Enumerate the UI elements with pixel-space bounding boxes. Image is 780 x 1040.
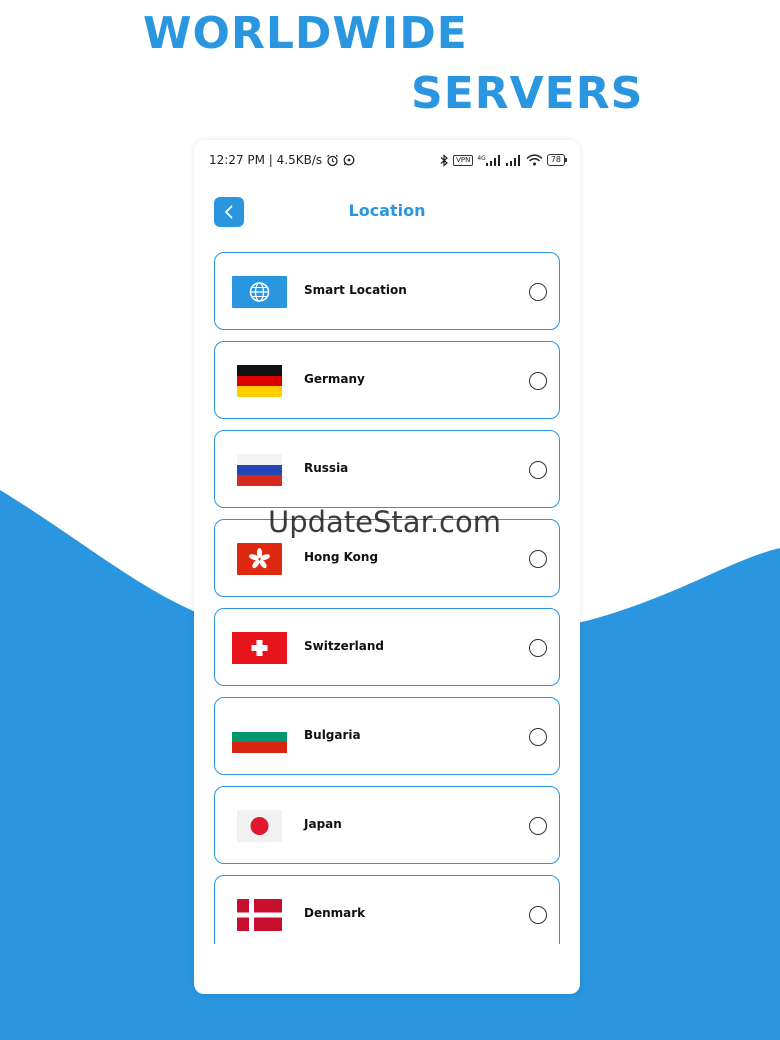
radio-button[interactable] bbox=[529, 906, 547, 924]
radio-button[interactable] bbox=[529, 639, 547, 657]
radio-button[interactable] bbox=[529, 283, 547, 301]
server-item-smart-location[interactable]: Smart Location bbox=[214, 252, 560, 330]
radio-button[interactable] bbox=[529, 372, 547, 390]
page-title: Location bbox=[348, 201, 426, 220]
server-item-russia[interactable]: Russia bbox=[214, 430, 560, 508]
watermark: UpdateStar.com bbox=[268, 505, 501, 539]
server-list-viewport[interactable]: Smart Location Germany Russia Hong Kong … bbox=[194, 252, 580, 944]
server-name: Germany bbox=[304, 372, 365, 386]
server-item-denmark[interactable]: Denmark bbox=[214, 875, 560, 944]
server-item-bulgaria[interactable]: Bulgaria bbox=[214, 697, 560, 775]
signal-4g-icon: 4G bbox=[477, 154, 501, 166]
server-item-switzerland[interactable]: Switzerland bbox=[214, 608, 560, 686]
bluetooth-icon bbox=[440, 153, 449, 167]
server-name: Denmark bbox=[304, 906, 366, 920]
bulgaria-flag bbox=[232, 721, 287, 753]
radio-button[interactable] bbox=[529, 550, 547, 568]
russia-flag bbox=[237, 454, 282, 486]
radio-button[interactable] bbox=[529, 461, 547, 479]
globe-icon bbox=[232, 276, 287, 308]
switzerland-flag bbox=[232, 632, 287, 664]
status-bar: 12:27 PM | 4.5KB/s VPN 4G 78 bbox=[209, 151, 568, 169]
vpn-indicator: VPN bbox=[453, 154, 474, 166]
phone-screen: 12:27 PM | 4.5KB/s VPN 4G 78 Location Sm… bbox=[194, 140, 580, 994]
whatsapp-icon bbox=[343, 154, 355, 166]
server-name: Switzerland bbox=[304, 639, 384, 653]
server-name: Russia bbox=[304, 461, 349, 475]
server-name: Smart Location bbox=[304, 283, 407, 297]
network-type-label: 4G bbox=[477, 154, 486, 162]
radio-button[interactable] bbox=[529, 728, 547, 746]
germany-flag bbox=[237, 365, 282, 397]
status-time-speed: 12:27 PM | 4.5KB/s bbox=[209, 153, 323, 167]
japan-flag bbox=[237, 810, 282, 842]
server-name: Japan bbox=[304, 817, 342, 831]
server-name: Bulgaria bbox=[304, 728, 361, 742]
radio-button[interactable] bbox=[529, 817, 547, 835]
hong-kong-flag bbox=[237, 543, 282, 575]
server-name: Hong Kong bbox=[304, 550, 379, 564]
denmark-flag bbox=[237, 899, 282, 931]
server-item-germany[interactable]: Germany bbox=[214, 341, 560, 419]
signal-icon bbox=[505, 154, 522, 166]
promo-headline-line2: SERVERS bbox=[411, 68, 644, 119]
battery-indicator: 78 bbox=[546, 154, 568, 166]
wifi-icon bbox=[526, 154, 543, 166]
promo-headline-line1: WORLDWIDE bbox=[143, 8, 468, 59]
server-item-japan[interactable]: Japan bbox=[214, 786, 560, 864]
alarm-icon bbox=[326, 154, 339, 167]
